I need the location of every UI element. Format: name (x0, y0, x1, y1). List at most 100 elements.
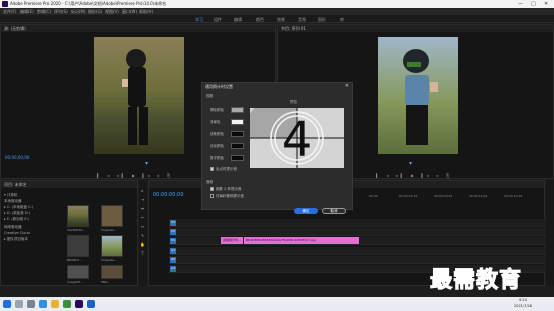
slip-tool-icon[interactable]: ↔ (140, 224, 145, 229)
line-color-swatch[interactable] (231, 131, 244, 137)
tree-item[interactable]: ▸ C: (本地磁盘 C:) (4, 205, 33, 210)
biker-photo-icon (122, 49, 148, 145)
workspace-tab[interactable]: 音频 (298, 17, 306, 23)
close-icon[interactable]: ✕ (345, 83, 349, 89)
program-photo (378, 37, 458, 154)
word-icon[interactable] (87, 300, 95, 308)
tree-item[interactable]: 本地驱动器 (4, 199, 22, 204)
program-transport-controls[interactable]: ▍ ◂ ◂▍ ▶ ▍▸ ▸ ⎘ (376, 173, 466, 178)
track-v2[interactable] (169, 228, 545, 236)
maximize-button[interactable]: □ (531, 1, 536, 7)
window-title: Adobe Premiere Pro 2020 - C:\用户\Adobe\文档… (10, 1, 167, 6)
biker-photo-icon (403, 49, 438, 145)
ok-button[interactable]: 确定 (294, 208, 318, 214)
track-a1[interactable] (169, 247, 545, 255)
workspace-tab[interactable]: 组件 (214, 17, 222, 23)
tree-item[interactable]: ▾ 计算机 (4, 193, 17, 198)
premiere-taskbar-icon[interactable] (75, 300, 83, 308)
target-color-label: 目标颜色 (210, 144, 224, 148)
track-select-tool-icon[interactable]: ⇥ (140, 197, 145, 202)
track-label[interactable]: A3 (170, 266, 176, 272)
media-name: PNG... (101, 280, 111, 284)
timeline-scrollbar[interactable] (546, 180, 554, 286)
close-button[interactable]: ✕ (544, 1, 548, 7)
chrome-icon[interactable] (63, 300, 71, 308)
razor-tool-icon[interactable]: ✂ (140, 215, 145, 220)
number-color-swatch[interactable] (231, 155, 244, 161)
tree-item[interactable]: Creative Cloud (4, 231, 30, 235)
media-thumbnail[interactable] (101, 265, 123, 279)
playhead-marker-icon[interactable]: ▾ (409, 160, 417, 167)
countdown-settings-dialog: 通用倒计时设置 ✕ 视频 擦除颜色 背景色 线条颜色 目标颜色 数字颜色 预览 … (201, 82, 353, 214)
track-label[interactable]: V3 (170, 220, 176, 226)
track-label[interactable]: A2 (170, 257, 176, 263)
media-name: BD08C5... (67, 258, 83, 262)
countdown-number: 4 (282, 112, 313, 168)
selection-tool-icon[interactable]: ▸ (140, 188, 145, 193)
preview-label: 预览 (290, 100, 297, 104)
workspace-tab[interactable]: 效果 (277, 17, 285, 23)
wipe-color-swatch[interactable] (231, 107, 244, 113)
playhead-marker-icon[interactable]: ▾ (145, 160, 153, 167)
workspace-tab[interactable]: 图形 (318, 17, 326, 23)
project-tab[interactable]: 项目: 未命名 (4, 182, 27, 188)
tree-item[interactable]: 网络驱动器 (4, 225, 22, 230)
pen-tool-icon[interactable]: ✎ (140, 233, 145, 238)
workspace-tab[interactable]: 学习 (195, 17, 203, 23)
premiere-logo-icon (2, 1, 8, 7)
clock-time: 9:24 (519, 298, 527, 302)
media-name: Snipaste... (101, 228, 117, 232)
search-icon[interactable] (15, 300, 23, 308)
hand-tool-icon[interactable]: ✋ (140, 242, 145, 247)
timeline-clip[interactable]: BD2DB55D85B7D2A2A7FA4D8C1CB3E3C7.jpg (244, 237, 359, 244)
ruler-label: 00;00;19;29 (504, 194, 523, 198)
beep-each-checkbox[interactable] (210, 194, 214, 198)
track-label[interactable]: V1 (170, 238, 176, 244)
ruler-label: 00;00;04;29 (399, 194, 418, 198)
task-view-icon[interactable] (27, 300, 35, 308)
explorer-icon[interactable] (51, 300, 59, 308)
tree-item[interactable]: ▸ D: (新加卷 D:) (4, 211, 30, 216)
type-tool-icon[interactable]: T (140, 251, 145, 256)
tree-item[interactable]: ▸ 团队项目版本 (4, 237, 28, 242)
beep-two-checkbox[interactable] (210, 187, 214, 191)
source-monitor-tab[interactable]: 源: (无剪辑) (4, 26, 26, 32)
menu-bar: 文件(F) 编辑(E) 剪辑(C) 序列(S) 标记(M) 图形(G) 视图(V… (0, 8, 554, 15)
source-photo (94, 37, 184, 154)
background-color-swatch[interactable] (231, 119, 244, 125)
workspace-tab[interactable]: 库 (340, 17, 344, 23)
flash-checkbox[interactable] (210, 167, 214, 171)
track-label[interactable]: V2 (170, 229, 176, 235)
timeline-timecode: 00;00;00;00 (153, 192, 184, 198)
media-thumbnail[interactable] (67, 205, 89, 227)
beep-two-label: 倒数 2 秒提示音 (216, 187, 242, 191)
media-name: 20200530... (67, 228, 86, 232)
program-monitor-header: 节目: 序列 01 (278, 25, 553, 32)
beep-each-label: 在每秒都响提示音 (216, 194, 244, 198)
media-thumbnail[interactable] (67, 235, 89, 257)
media-thumbnail[interactable] (67, 265, 89, 279)
start-icon[interactable] (3, 300, 11, 308)
track-v3[interactable] (169, 219, 545, 227)
ripple-edit-tool-icon[interactable]: ⇹ (140, 206, 145, 211)
track-label[interactable]: A1 (170, 248, 176, 254)
edge-icon[interactable] (39, 300, 47, 308)
cancel-button[interactable]: 取消 (322, 208, 346, 214)
windows-taskbar: 9:24 2021/7/28 (0, 297, 554, 311)
ruler-label: 00;00 (369, 194, 378, 198)
source-transport-controls[interactable]: ▍ ◂ ◂▍ ▶ ▍▸ ▸ ⎘ (97, 173, 187, 178)
workspace-tab[interactable]: 编辑 (234, 17, 242, 23)
minimize-button[interactable]: — (518, 1, 523, 7)
timeline-clip[interactable]: 通用倒计时... (221, 237, 243, 244)
tree-item[interactable]: ▸ E: (新加卷 E:) (4, 217, 29, 222)
number-color-label: 数字颜色 (210, 156, 224, 160)
source-timecode: 00;00;00;00 (5, 155, 30, 160)
media-thumbnail[interactable] (101, 205, 123, 227)
program-monitor-tab[interactable]: 节目: 序列 01 (281, 26, 306, 32)
target-color-swatch[interactable] (231, 143, 244, 149)
countdown-preview: 4 (250, 108, 344, 168)
media-thumbnail[interactable] (101, 235, 123, 257)
workspace-tab[interactable]: 颜色 (256, 17, 264, 23)
video-section-label: 视频 (206, 94, 213, 98)
line-color-label: 线条颜色 (210, 132, 224, 136)
